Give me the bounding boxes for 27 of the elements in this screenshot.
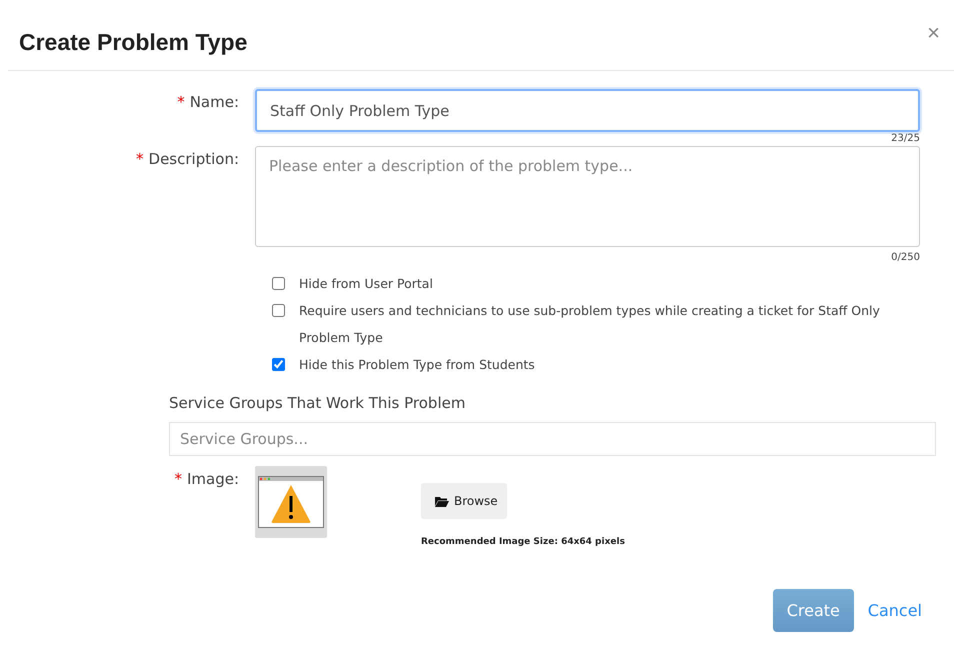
checkbox-label: Hide this Problem Type from Students — [299, 356, 535, 374]
service-groups-field[interactable]: Service Groups... — [169, 422, 936, 456]
image-preview[interactable] — [255, 466, 327, 538]
folder-icon — [435, 496, 449, 506]
checkbox[interactable] — [272, 358, 285, 371]
name-field[interactable]: Staff Only Problem Type — [255, 89, 920, 132]
warning-window-icon — [258, 476, 324, 528]
field-label: Description: — [148, 150, 239, 168]
required-mark: * — [136, 150, 144, 168]
checkbox-label: Require users and technicians to use sub-problem types while creating a ticket for Staff Only Problem Type — [299, 302, 881, 347]
checkbox[interactable] — [272, 277, 285, 290]
create-button[interactable]: Create — [772, 589, 854, 632]
checkbox[interactable] — [272, 304, 285, 317]
field-label: Name: — [190, 93, 239, 111]
browse-button[interactable]: Browse — [421, 483, 507, 519]
dialog-title: Create Problem Type — [19, 28, 248, 56]
field-label: Image: — [186, 470, 239, 488]
section-heading: Service Groups That Work This Problem — [169, 394, 466, 412]
checkbox-label: Hide from User Portal — [299, 275, 433, 293]
required-mark: * — [177, 93, 185, 111]
required-mark: * — [174, 470, 182, 488]
close-button[interactable]: × — [923, 20, 944, 46]
image-size-hint: Recommended Image Size: 64x64 pixels — [421, 537, 625, 547]
character-counter: 0/250 — [891, 252, 920, 263]
cancel-link[interactable]: Cancel — [868, 601, 922, 620]
description-field[interactable]: Please enter a description of the problem type... — [255, 146, 920, 247]
character-counter: 23/25 — [891, 133, 920, 144]
